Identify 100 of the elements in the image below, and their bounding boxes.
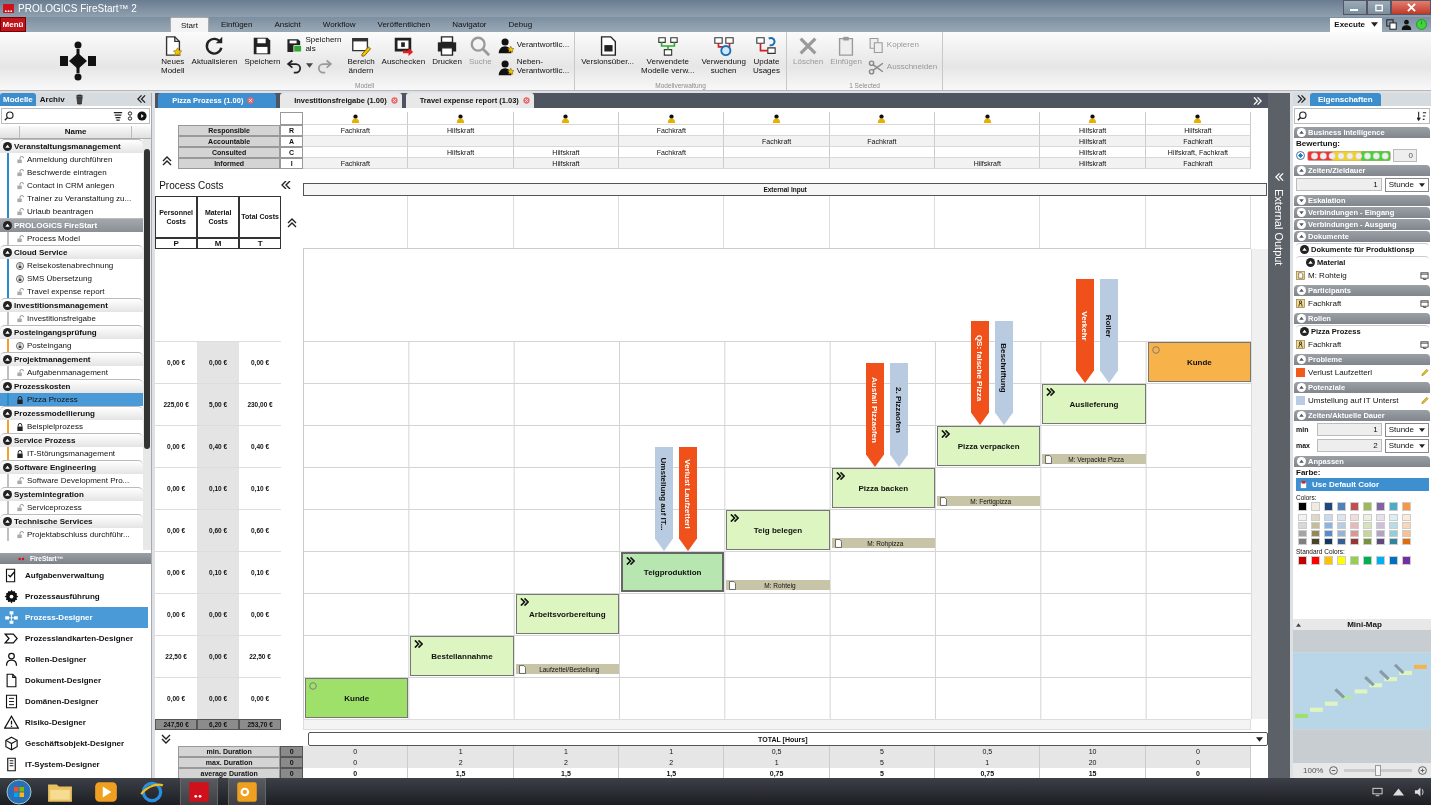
color-swatch[interactable] — [1376, 556, 1385, 565]
collapse-icon[interactable] — [1296, 622, 1301, 627]
nav-item[interactable]: Domänen-Designer — [0, 691, 152, 712]
color-swatch[interactable] — [1311, 538, 1320, 545]
unit-dropdown[interactable]: Stunde — [1384, 177, 1429, 192]
color-swatch[interactable] — [1350, 502, 1359, 511]
color-swatch[interactable] — [1389, 556, 1398, 565]
tree-item[interactable]: Contact in CRM anlegen — [0, 179, 144, 192]
color-swatch[interactable] — [1363, 556, 1372, 565]
tray-caret-icon[interactable] — [1393, 786, 1404, 797]
color-swatch[interactable] — [1324, 556, 1333, 565]
tree-group[interactable]: Cloud Service — [0, 245, 144, 259]
problem-flag[interactable]: Verkehr — [1076, 279, 1095, 383]
caret-icon[interactable] — [306, 63, 314, 68]
ribbon-tab[interactable]: Start — [170, 17, 209, 32]
tree-item[interactable]: Posteingang — [0, 339, 144, 352]
color-swatch[interactable] — [1298, 530, 1307, 537]
color-swatch[interactable] — [1298, 522, 1307, 529]
close-button[interactable] — [1391, 0, 1431, 15]
user-icon[interactable] — [1401, 19, 1412, 30]
color-swatch[interactable] — [1337, 556, 1346, 565]
color-swatch[interactable] — [1363, 522, 1372, 529]
ribbon-tab[interactable]: Debug — [498, 17, 543, 32]
color-swatch[interactable] — [1376, 538, 1385, 545]
collapse-left-icon[interactable] — [281, 181, 292, 189]
list-item[interactable]: Fachkraft — [1296, 338, 1429, 351]
tree-item[interactable]: Urlaub beantragen — [0, 205, 144, 218]
nav-item[interactable]: Rollen-Designer — [0, 649, 152, 670]
color-swatch[interactable] — [1376, 522, 1385, 529]
tree-group[interactable]: Service Prozess — [0, 433, 144, 447]
ribbon-button[interactable]: Neben- Verantwortlic... — [497, 57, 570, 77]
ribbon-button[interactable]: Verwendung suchen — [698, 34, 749, 77]
process-step[interactable]: Pizza backen — [831, 468, 935, 508]
color-swatch[interactable] — [1298, 556, 1307, 565]
tree-group[interactable]: Prozesskosten — [0, 379, 144, 393]
tree-group[interactable]: Systemintegration — [0, 487, 144, 501]
monitor-icon[interactable] — [1372, 786, 1383, 797]
color-swatch[interactable] — [1402, 538, 1411, 545]
collapse-up-icon[interactable] — [161, 156, 172, 166]
color-swatch[interactable] — [1337, 502, 1346, 511]
color-swatch[interactable] — [1363, 530, 1372, 537]
color-swatch[interactable] — [1311, 502, 1320, 511]
ribbon-button[interactable]: Bereich ändern — [344, 34, 378, 77]
tree-group[interactable]: Technische Services — [0, 514, 144, 528]
color-swatch[interactable] — [1363, 514, 1372, 521]
number-field[interactable]: 1 — [1296, 178, 1382, 191]
start-button[interactable] — [6, 778, 32, 805]
collapse-left-icon[interactable] — [137, 95, 147, 103]
ribbon-button[interactable]: Update Usages — [749, 34, 783, 77]
tree-item[interactable]: Beispielprozess — [0, 420, 144, 433]
tree-item[interactable]: Software Development Pro... — [0, 474, 144, 487]
tree-group[interactable]: Prozessmodellierung — [0, 406, 144, 420]
expand-right-icon[interactable] — [1297, 95, 1306, 103]
tree-item[interactable]: Reisekostenabrechnung — [0, 259, 144, 272]
collapse-up-icon[interactable] — [287, 217, 298, 228]
sort-icon[interactable] — [1417, 111, 1427, 121]
ribbon-tab[interactable]: Navigator — [442, 17, 497, 32]
mail-app-icon[interactable] — [228, 777, 266, 805]
pencil-icon[interactable] — [1420, 368, 1429, 377]
tree-item[interactable]: SMS Übersetzung — [0, 272, 144, 285]
status-icon[interactable] — [1416, 19, 1427, 30]
nav-item[interactable]: Prozesslandkarten-Designer — [0, 628, 152, 649]
problem-flag[interactable]: Verlust Laufzetterl — [679, 447, 697, 551]
color-swatch[interactable] — [1324, 514, 1333, 521]
zoom-in-icon[interactable] — [1418, 766, 1427, 775]
rating-scale[interactable] — [1307, 150, 1391, 161]
scrollbar[interactable] — [1251, 249, 1269, 719]
tree-item[interactable]: Aufgabenmanagement — [0, 366, 144, 379]
tree-group[interactable]: Projektmanagement — [0, 352, 144, 366]
color-swatch[interactable] — [1389, 514, 1398, 521]
play-icon[interactable] — [137, 111, 148, 121]
zoom-out-icon[interactable] — [1329, 766, 1339, 775]
problem-flag[interactable]: QS: falsche Pizza — [971, 321, 989, 425]
radio-button[interactable] — [1296, 151, 1305, 160]
pencil-icon[interactable] — [1420, 396, 1429, 405]
rating-field[interactable]: 0 — [1393, 149, 1417, 162]
app-icon[interactable] — [180, 777, 218, 805]
color-swatch[interactable] — [1350, 556, 1359, 565]
window-icon[interactable] — [1420, 340, 1429, 349]
panel-tab[interactable]: Modelle — [0, 93, 36, 106]
color-swatch[interactable] — [1402, 530, 1411, 537]
minimize-button[interactable] — [1343, 0, 1367, 15]
color-swatch[interactable] — [1376, 530, 1385, 537]
color-swatch[interactable] — [1363, 538, 1372, 545]
tree-group[interactable]: Veranstaltungsmanagement — [0, 139, 144, 153]
potential-flag[interactable]: Roller — [1100, 279, 1119, 383]
list-item[interactable]: Umstellung auf IT Unterst — [1296, 394, 1429, 407]
ribbon-button[interactable]: Auschecken — [378, 34, 429, 68]
tree-item[interactable]: Process Model — [0, 232, 144, 245]
process-step[interactable]: Teig belegen — [726, 510, 830, 550]
process-step[interactable]: Teigproduktion — [621, 552, 725, 592]
color-swatch[interactable] — [1376, 502, 1385, 511]
ribbon-button[interactable]: Verantwortlic... — [497, 35, 570, 55]
color-swatch[interactable] — [1350, 538, 1359, 545]
color-swatch[interactable] — [1402, 514, 1411, 521]
nav-item[interactable]: Geschäftsobjekt-Designer — [0, 733, 152, 754]
panel-tab[interactable]: Eigenschaften — [1310, 93, 1381, 106]
color-swatch[interactable] — [1298, 538, 1307, 545]
tree-item[interactable]: IT-Störungsmanagement — [0, 447, 144, 460]
color-swatch[interactable] — [1389, 522, 1398, 529]
